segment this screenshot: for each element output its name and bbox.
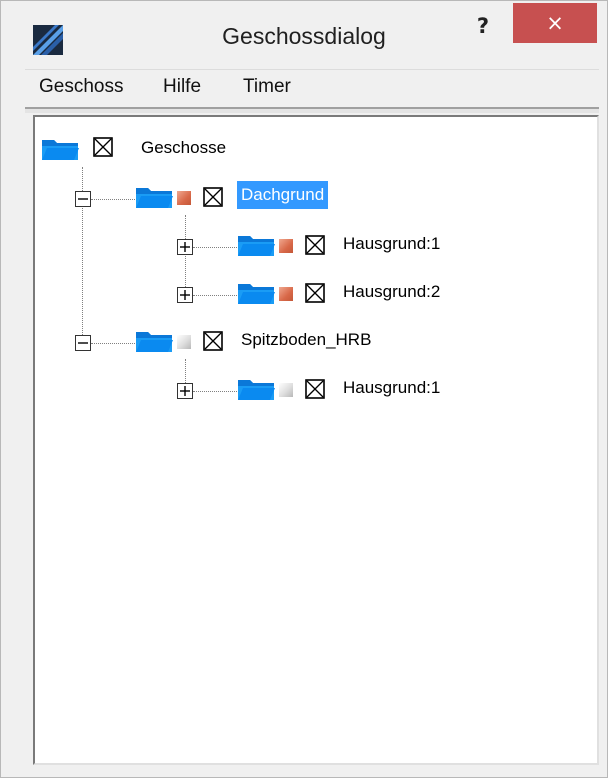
tree-item-label: Hausgrund:2 [343, 282, 441, 301]
menu-timer[interactable]: Timer [243, 76, 291, 98]
expand-icon[interactable] [177, 287, 193, 303]
tree-item-label: Hausgrund:1 [343, 234, 441, 253]
folder-icon [135, 329, 173, 353]
checkbox-icon[interactable] [203, 331, 223, 351]
floor-tree[interactable]: Geschosse Dachgrund Hausgrund:1 Hausgrun… [33, 115, 599, 765]
collapse-icon[interactable] [75, 191, 91, 207]
menu-bar: Geschoss Hilfe Timer [25, 69, 599, 106]
checkbox-icon[interactable] [203, 187, 223, 207]
collapse-icon[interactable] [75, 335, 91, 351]
close-button[interactable]: × [513, 3, 597, 43]
expand-icon[interactable] [177, 239, 193, 255]
help-button[interactable]: ? [463, 11, 503, 41]
tree-item-label: Dachgrund [237, 181, 329, 209]
menu-hilfe[interactable]: Hilfe [163, 76, 201, 98]
color-swatch [177, 191, 191, 205]
checkbox-icon[interactable] [305, 283, 325, 303]
tree-line [185, 215, 186, 297]
color-swatch [279, 383, 293, 397]
folder-icon [135, 185, 173, 209]
color-swatch [177, 335, 191, 349]
folder-icon [237, 233, 275, 257]
folder-icon [237, 281, 275, 305]
tree-line [91, 199, 135, 200]
tree-item-label: Spitzboden_HRB [241, 330, 372, 349]
checkbox-icon[interactable] [305, 235, 325, 255]
menu-separator [25, 107, 599, 113]
color-swatch [279, 239, 293, 253]
color-swatch [279, 287, 293, 301]
tree-line [193, 247, 237, 248]
tree-item-label: Geschosse [141, 138, 227, 157]
checkbox-icon[interactable] [93, 137, 113, 157]
tree-line [193, 391, 237, 392]
menu-geschoss[interactable]: Geschoss [39, 76, 123, 98]
checkbox-icon[interactable] [305, 379, 325, 399]
folder-icon [237, 377, 275, 401]
dialog-window: Geschossdialog ? × Geschoss Hilfe Timer … [0, 0, 608, 778]
tree-item-label: Hausgrund:1 [343, 378, 441, 397]
tree-line [91, 343, 135, 344]
tree-line [193, 295, 237, 296]
title-bar[interactable]: Geschossdialog ? × [1, 1, 607, 69]
folder-icon [41, 137, 79, 161]
expand-icon[interactable] [177, 383, 193, 399]
